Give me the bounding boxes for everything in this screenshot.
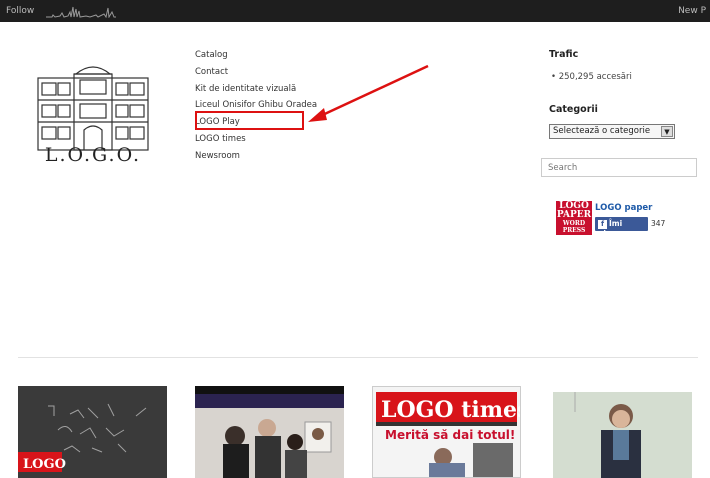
annotation-arrow [308, 64, 429, 122]
logo-paper-link[interactable]: LOGO paper [595, 203, 652, 213]
categorii-heading: Categorii [549, 104, 598, 115]
new-post-link[interactable]: New P [678, 6, 706, 16]
like-count: 347 [651, 219, 666, 228]
chevron-down-icon[interactable]: ▼ [661, 126, 673, 137]
menu-item-catalog[interactable]: Catalog [195, 47, 317, 64]
chalkboard-image: LOGO [18, 386, 167, 478]
logo-times-headline: Merită să dai totul! [385, 428, 515, 442]
main-menu: Catalog Contact Kit de identitate vizual… [195, 47, 317, 165]
trafic-value: 250,295 accesări [558, 72, 632, 82]
logo-paper-icon[interactable]: LOGO PAPER WORD PRESS [556, 201, 592, 235]
paper-logo-line-2: PAPER [556, 210, 592, 220]
stats-sparkline-icon [46, 6, 116, 18]
post-thumbnail-4[interactable] [553, 392, 692, 478]
portrait-photo-image [553, 392, 692, 478]
paper-logo-line-3: WORD [562, 220, 586, 227]
menu-item-contact[interactable]: Contact [195, 64, 317, 81]
category-select[interactable]: Selectează o categorie ▼ [549, 124, 675, 139]
menu-item-logo-times[interactable]: LOGO times [195, 131, 317, 148]
follow-link[interactable]: Follow [6, 6, 34, 16]
trafic-heading: Trafic [549, 49, 579, 60]
thumbnail-1-caption: LOGO [23, 457, 66, 472]
menu-item-newsroom[interactable]: Newsroom [195, 148, 317, 165]
search-input[interactable] [541, 158, 697, 177]
divider [18, 357, 698, 358]
category-select-value: Selectează o categorie [553, 126, 651, 136]
facebook-icon: f [598, 220, 607, 229]
facebook-like-button[interactable]: f Îmi place [595, 217, 648, 238]
logo-times-title: LOGO times [381, 397, 520, 423]
post-thumbnail-2[interactable] [195, 386, 344, 478]
website-photo-image [195, 386, 344, 478]
highlight-box [195, 111, 304, 130]
paper-logo-line-4: PRESS [562, 227, 586, 234]
logo-text: L.O.G.O. [44, 144, 142, 166]
trafic-stat: • 250,295 accesări [551, 72, 632, 82]
post-thumbnail-3[interactable]: LOGO times Merită să dai totul! [372, 386, 521, 478]
logo-times-cover-image: LOGO times Merită să dai totul! [373, 387, 520, 477]
menu-item-kit-identitate[interactable]: Kit de identitate vizuală [195, 81, 317, 98]
top-bar: Follow New P [0, 0, 710, 22]
post-thumbnail-1[interactable]: LOGO [18, 386, 167, 478]
